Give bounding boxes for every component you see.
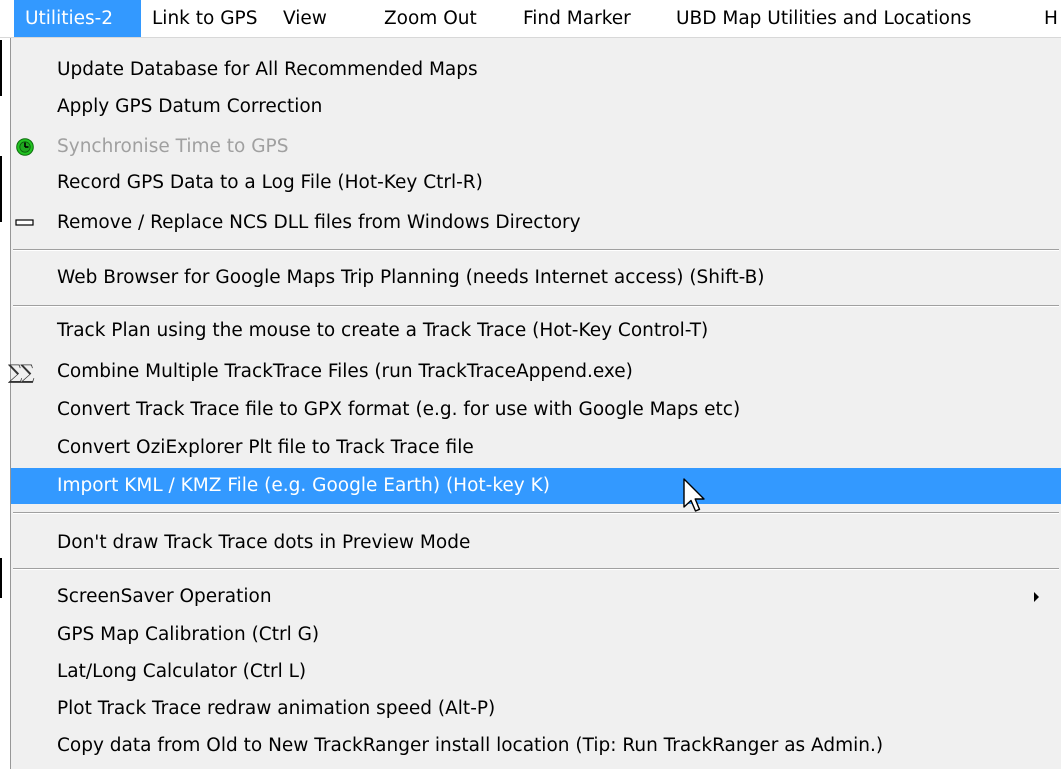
menu-item-label: Synchronise Time to GPS (57, 136, 289, 157)
mouse-cursor-icon (683, 478, 705, 512)
menu-item-label: Convert Track Trace file to GPX format (… (57, 399, 741, 420)
menu-item-label: Record GPS Data to a Log File (Hot-Key C… (57, 172, 483, 193)
edge-mark (0, 558, 2, 598)
menu-view[interactable]: View (272, 0, 346, 37)
menu-item-screensaver-operation[interactable]: ScreenSaver Operation (11, 580, 1061, 614)
menu-item-combine-tracktrace[interactable]: ∑∑ Combine Multiple TrackTrace Files (ru… (8, 355, 1061, 389)
menu-item-label: Track Plan using the mouse to create a T… (57, 320, 709, 341)
menu-item-remove-ncs-dll[interactable]: Remove / Replace NCS DLL files from Wind… (11, 206, 1061, 240)
menu-item-convert-to-gpx[interactable]: Convert Track Trace file to GPX format (… (11, 393, 1061, 427)
menu-item-apply-datum-correction[interactable]: Apply GPS Datum Correction (11, 90, 1061, 124)
menu-help-truncated[interactable]: H (1033, 0, 1061, 37)
menu-item-label: Convert OziExplorer Plt file to Track Tr… (57, 437, 474, 458)
dash-icon (15, 219, 34, 226)
menu-separator (13, 305, 1059, 307)
edge-mark (0, 156, 2, 222)
submenu-arrow-icon (1034, 592, 1039, 602)
menu-item-label: Update Database for All Recommended Maps (57, 59, 478, 80)
menu-item-dont-draw-dots[interactable]: Don't draw Track Trace dots in Preview M… (11, 526, 1061, 560)
menu-item-label: Remove / Replace NCS DLL files from Wind… (57, 212, 581, 233)
menu-item-label: Copy data from Old to New TrackRanger in… (57, 735, 884, 756)
menu-link-to-gps[interactable]: Link to GPS (141, 0, 272, 37)
clock-icon (16, 138, 34, 156)
menu-ubd-map-utilities[interactable]: UBD Map Utilities and Locations (665, 0, 1040, 37)
menu-item-label: GPS Map Calibration (Ctrl G) (57, 624, 320, 645)
menu-item-web-browser-google-maps[interactable]: Web Browser for Google Maps Trip Plannin… (11, 261, 1061, 295)
menu-item-label: Combine Multiple TrackTrace Files (run T… (57, 361, 633, 382)
menu-find-marker[interactable]: Find Marker (512, 0, 662, 37)
menu-separator (13, 568, 1059, 570)
menu-item-update-database[interactable]: Update Database for All Recommended Maps (11, 53, 1061, 87)
menu-item-convert-oziexplorer[interactable]: Convert OziExplorer Plt file to Track Tr… (11, 431, 1061, 465)
menu-bar: Utilities-2 Link to GPS View Zoom Out Fi… (0, 0, 1061, 38)
menu-item-label: Lat/Long Calculator (Ctrl L) (57, 661, 307, 682)
sigma-icon: ∑∑ (8, 360, 35, 384)
menu-item-plot-animation-speed[interactable]: Plot Track Trace redraw animation speed … (11, 692, 1061, 726)
menu-item-synchronise-time[interactable]: Synchronise Time to GPS (11, 130, 1061, 164)
menu-separator (13, 512, 1059, 514)
menu-item-label: Web Browser for Google Maps Trip Plannin… (57, 267, 765, 288)
menu-item-label: Import KML / KMZ File (e.g. Google Earth… (57, 475, 550, 496)
menu-utilities-2[interactable]: Utilities-2 (14, 0, 141, 37)
menu-item-label: Apply GPS Datum Correction (57, 96, 323, 117)
menu-item-label: ScreenSaver Operation (57, 586, 272, 607)
menu-item-track-plan[interactable]: Track Plan using the mouse to create a T… (11, 314, 1061, 348)
menu-item-label: Don't draw Track Trace dots in Preview M… (57, 532, 471, 553)
window-edge (0, 38, 10, 769)
menu-separator (13, 249, 1059, 251)
edge-mark (0, 40, 2, 96)
menu-item-label: Plot Track Trace redraw animation speed … (57, 698, 496, 719)
menu-zoom-out[interactable]: Zoom Out (373, 0, 496, 37)
menu-item-import-kml[interactable]: Import KML / KMZ File (e.g. Google Earth… (11, 468, 1061, 504)
menu-item-copy-data-old-to-new[interactable]: Copy data from Old to New TrackRanger in… (11, 729, 1061, 763)
menu-item-gps-map-calibration[interactable]: GPS Map Calibration (Ctrl G) (11, 618, 1061, 652)
utilities-2-dropdown-menu: Update Database for All Recommended Maps… (8, 38, 1061, 769)
menu-item-record-gps-log[interactable]: Record GPS Data to a Log File (Hot-Key C… (11, 166, 1061, 200)
menu-item-lat-long-calculator[interactable]: Lat/Long Calculator (Ctrl L) (11, 655, 1061, 689)
